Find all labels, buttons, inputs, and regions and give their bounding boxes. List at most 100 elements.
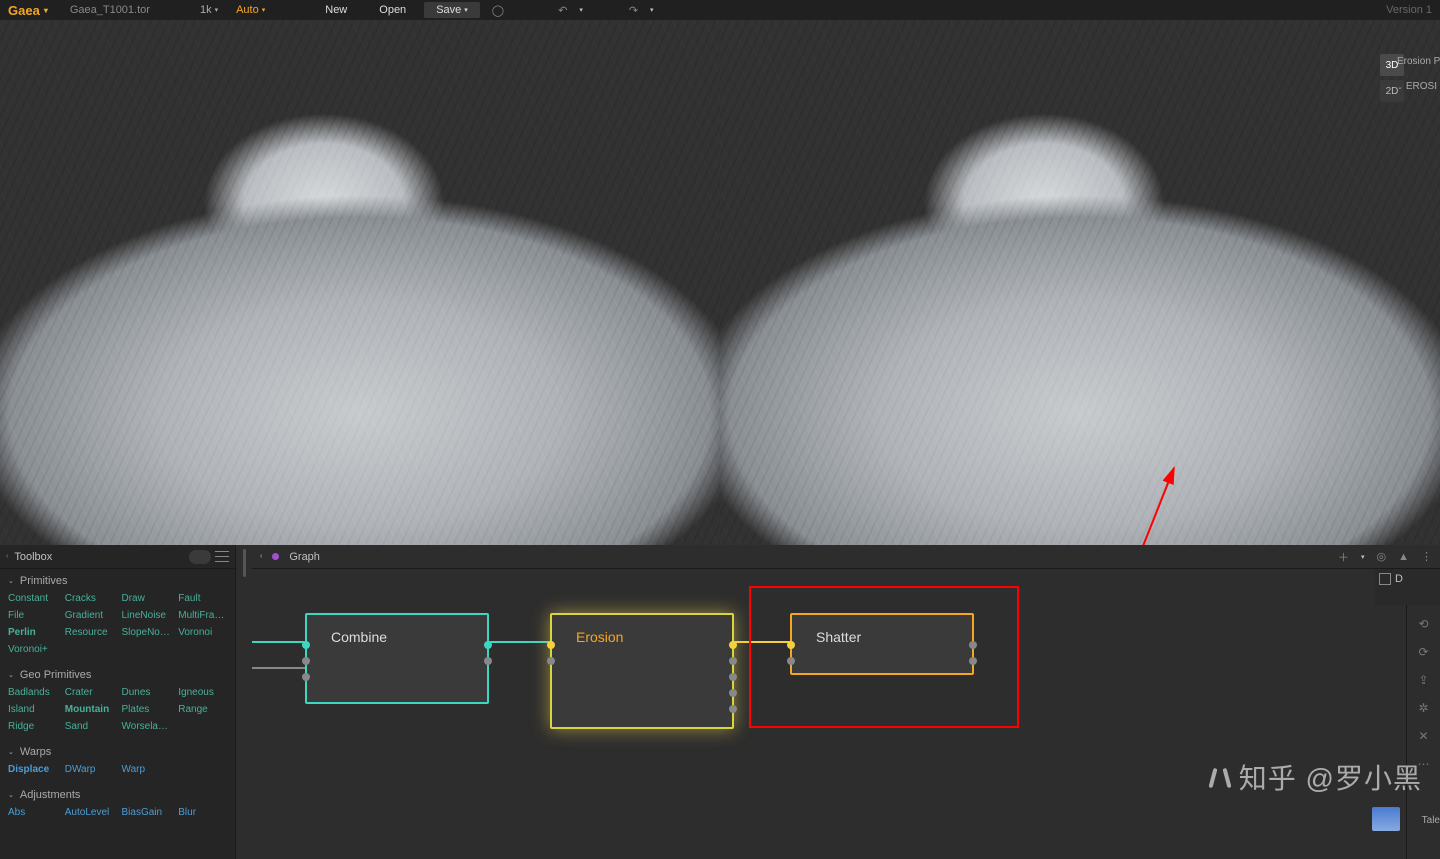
redo-button[interactable]: ↷ bbox=[621, 2, 646, 19]
port-in[interactable] bbox=[302, 641, 310, 649]
port-out[interactable] bbox=[729, 689, 737, 697]
prop-label: D bbox=[1395, 573, 1403, 585]
trash-icon[interactable]: ✕ bbox=[1418, 729, 1428, 743]
node-sand[interactable]: Sand bbox=[61, 719, 118, 734]
node-dunes[interactable]: Dunes bbox=[118, 685, 175, 700]
node-dwarp[interactable]: DWarp bbox=[61, 762, 118, 777]
settings-icon[interactable]: ◯ bbox=[484, 2, 512, 19]
toolbox-toggle[interactable] bbox=[189, 550, 211, 564]
gear-icon[interactable]: ✲ bbox=[1418, 701, 1428, 715]
terrain-preview-right bbox=[720, 20, 1440, 545]
section-adjustments[interactable]: ⌄ Adjustments bbox=[0, 783, 235, 805]
node-perlin[interactable]: Perlin bbox=[4, 625, 61, 640]
auto-toggle[interactable]: Auto ▾ bbox=[228, 2, 273, 18]
menu-icon[interactable]: ⋮ bbox=[1421, 550, 1432, 563]
open-button[interactable]: Open bbox=[365, 2, 420, 18]
graph-gutter[interactable] bbox=[236, 545, 252, 859]
node-draw[interactable]: Draw bbox=[118, 591, 175, 606]
section-warps[interactable]: ⌄ Warps bbox=[0, 740, 235, 762]
node-plates[interactable]: Plates bbox=[118, 702, 175, 717]
save-button[interactable]: Save ▾ bbox=[424, 2, 480, 18]
chevron-left-icon[interactable]: ‹ bbox=[260, 553, 262, 560]
node-warp[interactable]: Warp bbox=[118, 762, 175, 777]
chevron-down-icon: ▾ bbox=[1361, 553, 1365, 561]
node-file[interactable]: File bbox=[4, 608, 61, 623]
brand-menu[interactable]: Gaea ▾ bbox=[8, 3, 48, 18]
node-biasgain[interactable]: BiasGain bbox=[118, 805, 175, 820]
chevron-down-icon: ▾ bbox=[464, 6, 468, 14]
port-in[interactable] bbox=[547, 641, 555, 649]
node-constant[interactable]: Constant bbox=[4, 591, 61, 606]
inspector-section-header[interactable]: ⌄ EROSI bbox=[1397, 81, 1438, 92]
list-view-icon[interactable] bbox=[215, 550, 229, 564]
port-in[interactable] bbox=[787, 657, 795, 665]
port-in[interactable] bbox=[787, 641, 795, 649]
undo-button[interactable]: ↶ bbox=[550, 2, 575, 19]
redo-icon[interactable]: ⟳ bbox=[1418, 645, 1428, 659]
graph-canvas[interactable]: Combine Erosion Shatter bbox=[252, 569, 1406, 859]
port-out[interactable] bbox=[969, 641, 977, 649]
viewport-right[interactable] bbox=[720, 20, 1440, 545]
port-out[interactable] bbox=[729, 641, 737, 649]
flame-icon[interactable]: ▲ bbox=[1398, 551, 1409, 563]
graph-node-erosion[interactable]: Erosion bbox=[550, 613, 734, 729]
port-out[interactable] bbox=[484, 641, 492, 649]
node-gradient[interactable]: Gradient bbox=[61, 608, 118, 623]
node-voronoi[interactable]: Voronoi bbox=[174, 625, 231, 640]
node-mountain[interactable]: Mountain bbox=[61, 702, 118, 717]
node-island[interactable]: Island bbox=[4, 702, 61, 717]
chevron-down-icon: ⌄ bbox=[1397, 83, 1403, 91]
port-out[interactable] bbox=[729, 657, 737, 665]
node-linenoise[interactable]: LineNoise bbox=[118, 608, 175, 623]
viewport-left[interactable] bbox=[0, 20, 720, 545]
port-out[interactable] bbox=[969, 657, 977, 665]
target-icon[interactable]: ◎ bbox=[1377, 550, 1387, 563]
port-in[interactable] bbox=[547, 657, 555, 665]
chevron-down-icon: ⌄ bbox=[8, 671, 14, 679]
node-badlands[interactable]: Badlands bbox=[4, 685, 61, 700]
refresh-icon[interactable]: ⟲ bbox=[1418, 617, 1428, 631]
chevron-down-icon: ▾ bbox=[579, 6, 583, 14]
section-primitives[interactable]: ⌄ Primitives bbox=[0, 569, 235, 591]
node-cracks[interactable]: Cracks bbox=[61, 591, 118, 606]
node-igneous[interactable]: Igneous bbox=[174, 685, 231, 700]
export-icon[interactable]: ⇪ bbox=[1418, 673, 1428, 687]
node-abs[interactable]: Abs bbox=[4, 805, 61, 820]
node-multifractal[interactable]: MultiFractal bbox=[174, 608, 231, 623]
checkbox-option-2[interactable] bbox=[1379, 573, 1391, 585]
node-fault[interactable]: Fault bbox=[174, 591, 231, 606]
chevron-down-icon: ▾ bbox=[215, 6, 219, 14]
preset-thumbnail[interactable] bbox=[1372, 807, 1400, 831]
node-worselands[interactable]: Worselands bbox=[118, 719, 175, 734]
inspector-panel: Erosion Pr ⌄ EROSI bbox=[1395, 50, 1440, 98]
node-displace[interactable]: Displace bbox=[4, 762, 61, 777]
node-range[interactable]: Range bbox=[174, 702, 231, 717]
chevron-down-icon: ⌄ bbox=[8, 791, 14, 799]
port-out[interactable] bbox=[484, 657, 492, 665]
node-autolevel[interactable]: AutoLevel bbox=[61, 805, 118, 820]
graph-node-combine[interactable]: Combine bbox=[305, 613, 489, 704]
node-voronoi-plus[interactable]: Voronoi+ bbox=[4, 642, 61, 657]
port-out[interactable] bbox=[729, 673, 737, 681]
port-out[interactable] bbox=[729, 705, 737, 713]
add-node-icon[interactable]: ＋ bbox=[1338, 549, 1349, 565]
node-crater[interactable]: Crater bbox=[61, 685, 118, 700]
preset-label: Tale bbox=[1422, 815, 1440, 826]
graph-node-shatter[interactable]: Shatter bbox=[790, 613, 974, 675]
node-blur[interactable]: Blur bbox=[174, 805, 231, 820]
top-toolbar: Gaea ▾ Gaea_T1001.tor 1k ▾ Auto ▾ New Op… bbox=[0, 0, 1440, 20]
terrain-preview-left bbox=[0, 20, 720, 545]
new-button[interactable]: New bbox=[311, 2, 361, 18]
toolbox-header: ‹ Toolbox bbox=[0, 545, 235, 569]
node-slopenoise[interactable]: SlopeNoise bbox=[118, 625, 175, 640]
port-in[interactable] bbox=[302, 657, 310, 665]
node-ridge[interactable]: Ridge bbox=[4, 719, 61, 734]
wire bbox=[252, 641, 307, 643]
port-in[interactable] bbox=[302, 673, 310, 681]
resolution-selector[interactable]: 1k ▾ bbox=[194, 2, 224, 18]
section-geo-primitives[interactable]: ⌄ Geo Primitives bbox=[0, 663, 235, 685]
node-resource[interactable]: Resource bbox=[61, 625, 118, 640]
chevron-left-icon[interactable]: ‹ bbox=[6, 553, 8, 560]
more-icon[interactable]: ⋯ bbox=[1418, 757, 1430, 771]
filename-label: Gaea_T1001.tor bbox=[70, 4, 150, 16]
